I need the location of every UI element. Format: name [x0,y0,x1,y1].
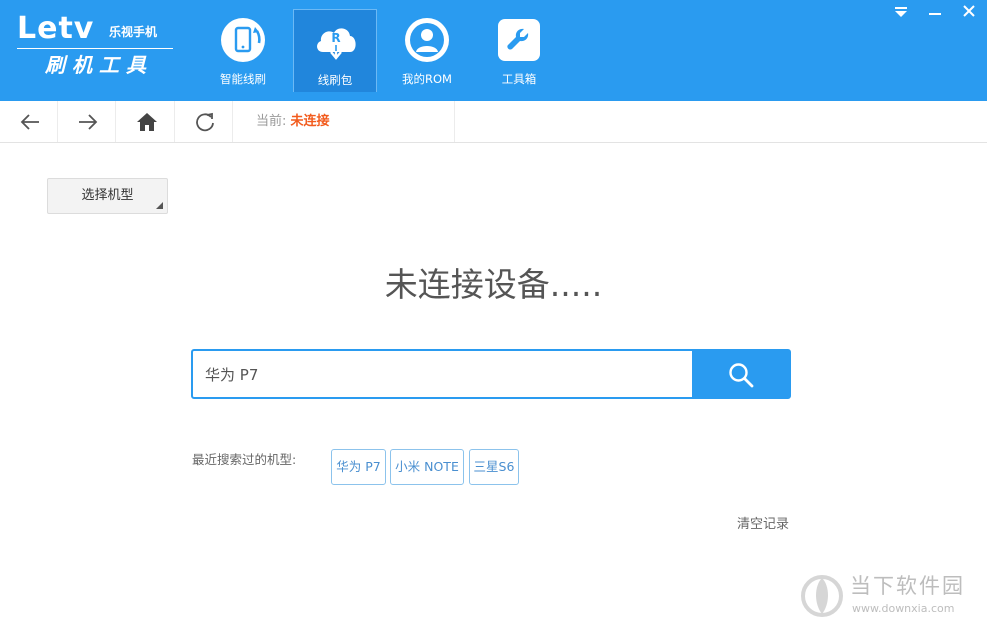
tab-my-rom[interactable]: 我的ROM [385,9,469,92]
tab-smart-flash[interactable]: 智能线刷 [201,9,285,92]
cloud-download-icon: R [317,28,356,60]
watermark-url: www.downxia.com [852,602,955,615]
search-box [191,349,791,399]
tab-label: 智能线刷 [220,72,266,86]
logo-divider [17,48,173,49]
menu-dropdown-button[interactable] [889,2,913,20]
model-select-label: 选择机型 [81,188,134,203]
arrow-left-icon [20,114,39,130]
arrow-right-icon [79,114,98,130]
watermark-logo-icon [801,575,843,617]
status-prefix: 当前: [256,114,287,129]
tab-label: 我的ROM [402,72,452,86]
minimize-icon [929,13,941,15]
header-bar: Letv 乐视手机 刷机工具 智能线刷 R 线刷包 我的ROM 工具箱 [0,0,987,101]
phone-refresh-icon [221,18,265,62]
corner-triangle-icon [156,202,163,209]
logo-tool-name: 刷机工具 [45,53,153,77]
minimize-button[interactable] [923,2,947,20]
recent-search-label: 最近搜索过的机型: [192,452,297,467]
user-icon [405,18,449,62]
recent-model-chip[interactable]: 三星S6 [469,449,519,485]
search-icon [729,363,754,388]
refresh-button[interactable] [175,101,233,142]
refresh-icon [196,112,214,132]
logo-subtitle: 乐视手机 [109,25,158,39]
home-icon [137,113,157,131]
svg-text:R: R [331,31,340,45]
forward-button[interactable] [58,101,116,142]
search-input[interactable] [193,351,693,397]
tab-label: 工具箱 [501,72,537,86]
watermark-text: 当下软件园 [850,574,965,598]
tab-label: 线刷包 [317,73,353,87]
model-select-dropdown[interactable]: 选择机型 [47,178,168,214]
app-logo: Letv 乐视手机 刷机工具 [17,12,177,82]
clear-history-link[interactable]: 清空记录 [737,517,789,533]
close-button[interactable] [957,2,981,20]
wrench-icon [498,19,540,61]
status-value: 未连接 [290,114,330,129]
tab-toolbox[interactable]: 工具箱 [477,9,561,92]
watermark: 当下软件园 www.downxia.com [800,570,975,620]
logo-brand: Letv [17,11,95,46]
connection-status: 当前: 未连接 [234,101,455,142]
recent-model-chip[interactable]: 小米 NOTE [390,449,464,485]
close-icon [963,5,975,17]
back-button[interactable] [0,101,58,142]
search-button[interactable] [692,351,789,397]
navigation-toolbar: 当前: 未连接 [0,101,987,143]
recent-model-chip[interactable]: 华为 P7 [331,449,386,485]
home-button[interactable] [117,101,175,142]
tab-flash-package[interactable]: R 线刷包 [293,9,377,92]
app-window: Letv 乐视手机 刷机工具 智能线刷 R 线刷包 我的ROM 工具箱 当前: … [0,0,987,639]
dropdown-icon [895,7,907,17]
page-headline: 未连接设备..... [384,265,603,304]
